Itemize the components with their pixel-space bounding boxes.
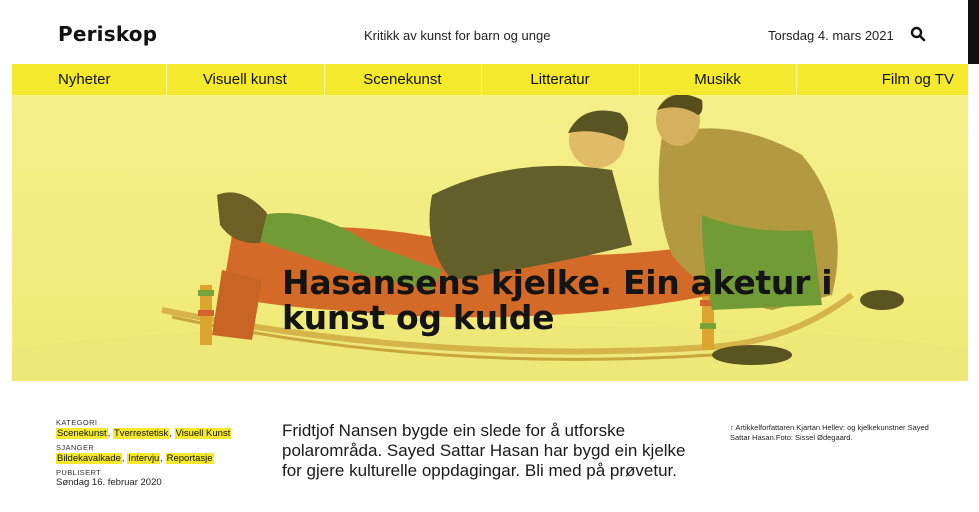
nav-item-musikk[interactable]: Musikk [638,64,797,95]
main-nav: Nyheter Visuell kunst Scenekunst Littera… [12,64,968,95]
nav-item-nyheter[interactable]: Nyheter [12,64,166,95]
article-title: Hasansens kjelke. Ein aketur i kunst og … [282,263,833,337]
tag-reportasje[interactable]: Reportasje [165,453,214,464]
nav-item-film-og-tv[interactable]: Film og TV [796,64,968,95]
site-tagline: Kritikk av kunst for barn og unge [364,28,551,43]
scrollbar[interactable] [968,0,979,64]
tag-scenekunst[interactable]: Scenekunst [56,428,108,439]
article-lead: Fridtjof Nansen bygde ein slede for å ut… [282,421,686,480]
search-icon[interactable] [910,26,926,42]
tag-bildekavalkade[interactable]: Bildekavalkade [56,453,122,464]
sjanger-label: SJANGER [56,443,95,452]
tag-tverrestetisk[interactable]: Tverrestetisk [112,428,170,439]
hero-image: Hasansens kjelke. Ein aketur i kunst og … [12,95,968,381]
tag-intervju[interactable]: Intervju [127,453,161,464]
sjanger-tags: Bildekavalkade, Intervju, Reportasje [56,453,214,464]
site-logo[interactable]: Periskop [58,22,157,46]
image-caption: ↑ Artikkelforfattaren Kjartan Hellev: og… [730,423,929,442]
kategori-tags: Scenekunst, Tverrestetisk, Visuell Kunst [56,428,232,439]
hero-photo [12,95,968,381]
nav-item-scenekunst[interactable]: Scenekunst [323,64,482,95]
article-meta: KATEGORI Scenekunst, Tverrestetisk, Visu… [56,418,256,488]
current-date: Torsdag 4. mars 2021 [768,28,894,43]
kategori-label: KATEGORI [56,418,98,427]
site-header: Periskop Kritikk av kunst for barn og un… [0,0,968,64]
nav-item-litteratur[interactable]: Litteratur [481,64,639,95]
publisert-label: PUBLISERT [56,468,102,477]
tag-visuell-kunst[interactable]: Visuell Kunst [174,428,232,439]
nav-item-visuell-kunst[interactable]: Visuell kunst [166,64,324,95]
publish-date: Søndag 16. februar 2020 [56,477,162,488]
